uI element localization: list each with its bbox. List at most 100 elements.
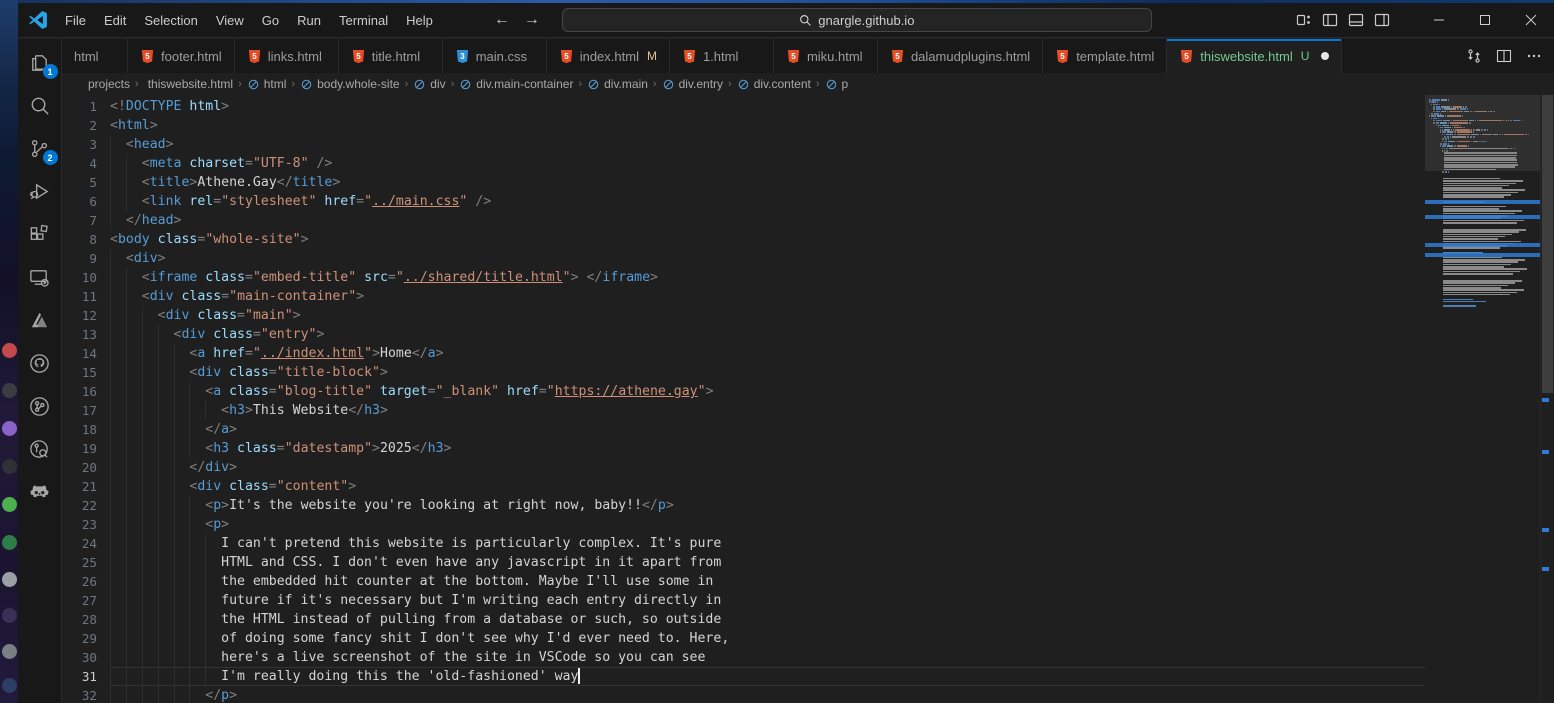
back-icon[interactable]: ← xyxy=(494,11,510,29)
vertical-scrollbar[interactable] xyxy=(1540,95,1554,703)
indent-guide xyxy=(110,534,126,553)
breadcrumb-item-thiswebsite-html[interactable]: 5thiswebsite.html xyxy=(144,77,233,91)
code-line[interactable]: 24I can't pretend this website is partic… xyxy=(62,534,1425,553)
code-line[interactable]: 32</p> xyxy=(62,686,1425,703)
toggle-panel-icon[interactable] xyxy=(1348,12,1364,28)
tab-index.html[interactable]: 5index.htmlM xyxy=(547,39,670,73)
code-line[interactable]: 15<div class="title-block"> xyxy=(62,363,1425,382)
breadcrumb-item-projects[interactable]: projects xyxy=(88,77,130,91)
breadcrumb-item-div-content[interactable]: div.content xyxy=(737,77,811,91)
activity-run-and-debug-icon[interactable] xyxy=(23,174,57,208)
activity-gitlens-inspect-icon[interactable] xyxy=(23,432,57,466)
code-line[interactable]: 20</div> xyxy=(62,458,1425,477)
activity-search-icon[interactable] xyxy=(23,88,57,122)
breadcrumb-item-p[interactable]: p xyxy=(825,77,849,91)
maximize-button[interactable] xyxy=(1462,3,1508,37)
unsaved-dot-icon[interactable] xyxy=(1321,52,1329,60)
menu-run[interactable]: Run xyxy=(288,9,330,32)
forward-icon[interactable]: → xyxy=(524,11,540,29)
indent-guide xyxy=(189,496,205,515)
code-line[interactable]: 3<head> xyxy=(62,135,1425,154)
activity-github-icon[interactable] xyxy=(23,346,57,380)
menu-edit[interactable]: Edit xyxy=(95,9,135,32)
line-content: <title>Athene.Gay</title> xyxy=(110,173,1425,192)
code-line[interactable]: 26the embedded hit counter at the bottom… xyxy=(62,572,1425,591)
line-number: 6 xyxy=(62,192,110,211)
code-line[interactable]: 16<a class="blog-title" target="_blank" … xyxy=(62,382,1425,401)
activity-source-control-icon[interactable]: 2 xyxy=(23,131,57,165)
menu-go[interactable]: Go xyxy=(253,9,288,32)
customize-layout-icon[interactable] xyxy=(1296,12,1312,28)
code-line[interactable]: 18</a> xyxy=(62,420,1425,439)
code-line[interactable]: 4<meta charset="UTF-8" /> xyxy=(62,154,1425,173)
menu-view[interactable]: View xyxy=(207,9,253,32)
tab-html[interactable]: html xyxy=(62,39,128,73)
split-editor-icon[interactable] xyxy=(1496,48,1512,64)
code-line[interactable]: 6<link rel="stylesheet" href="../main.cs… xyxy=(62,192,1425,211)
more-actions-icon[interactable] xyxy=(1526,48,1542,64)
tab-1.html[interactable]: 51.html xyxy=(670,39,774,73)
code-line[interactable]: 14<a href="../index.html">Home</a> xyxy=(62,344,1425,363)
tab-main.css[interactable]: 3main.css xyxy=(443,39,547,73)
close-button[interactable] xyxy=(1508,3,1554,37)
code-line[interactable]: 2<html> xyxy=(62,116,1425,135)
code-line[interactable]: 10<iframe class="embed-title" src="../sh… xyxy=(62,268,1425,287)
open-changes-icon[interactable] xyxy=(1466,48,1482,64)
code-line[interactable]: 29of doing some fancy shit I don't see w… xyxy=(62,629,1425,648)
minimap[interactable] xyxy=(1425,95,1540,703)
activity-remote-explorer-icon[interactable] xyxy=(23,260,57,294)
code-line[interactable]: 21<div class="content"> xyxy=(62,477,1425,496)
minimize-button[interactable] xyxy=(1416,3,1462,37)
activity-azure-icon[interactable] xyxy=(23,303,57,337)
tab-template.html[interactable]: 5template.html xyxy=(1043,39,1167,73)
scrollbar-thumb[interactable] xyxy=(1542,95,1553,393)
tab-dalamudplugins.html[interactable]: 5dalamudplugins.html xyxy=(878,39,1043,73)
code-line[interactable]: 17<h3>This Website</h3> xyxy=(62,401,1425,420)
tab-thiswebsite.html[interactable]: 5thiswebsite.htmlU xyxy=(1167,39,1342,73)
breadcrumb-item-div[interactable]: div xyxy=(413,77,445,91)
toggle-secondary-sidebar-icon[interactable] xyxy=(1374,12,1390,28)
minimap-slider[interactable] xyxy=(1425,95,1540,171)
code-line[interactable]: 22<p>It's the website you're looking at … xyxy=(62,496,1425,515)
menu-selection[interactable]: Selection xyxy=(135,9,206,32)
breadcrumb-separator-icon: › xyxy=(814,78,822,90)
code-editor[interactable]: 1<!DOCTYPE html>2<html>3<head>4<meta cha… xyxy=(62,95,1554,703)
tab-links.html[interactable]: 5links.html xyxy=(235,39,339,73)
code-line[interactable]: 13<div class="entry"> xyxy=(62,325,1425,344)
activity-extensions-icon[interactable] xyxy=(23,217,57,251)
breadcrumb-item-div-main[interactable]: div.main xyxy=(587,77,648,91)
code-line[interactable]: 11<div class="main-container"> xyxy=(62,287,1425,306)
activity-godot-tools-icon[interactable] xyxy=(23,475,57,509)
command-center-search[interactable]: gnargle.github.io xyxy=(562,8,1152,32)
tab-title.html[interactable]: 5title.html xyxy=(339,39,443,73)
breadcrumb-item-html[interactable]: html xyxy=(247,77,287,91)
activity-gitlens-icon[interactable] xyxy=(23,389,57,423)
tab-miku.html[interactable]: 5miku.html xyxy=(774,39,878,73)
code-line[interactable]: 5<title>Athene.Gay</title> xyxy=(62,173,1425,192)
code-line[interactable]: 7</head> xyxy=(62,211,1425,230)
code-line[interactable]: 9<div> xyxy=(62,249,1425,268)
indent-guide xyxy=(110,382,126,401)
vscode-window: FileEditSelectionViewGoRunTerminalHelp ←… xyxy=(18,0,1554,703)
tab-footer.html[interactable]: 5footer.html xyxy=(128,39,235,73)
toggle-primary-sidebar-icon[interactable] xyxy=(1322,12,1338,28)
code-line[interactable]: 23<p> xyxy=(62,515,1425,534)
code-line[interactable]: 8<body class="whole-site"> xyxy=(62,230,1425,249)
code-line[interactable]: 31I'm really doing this the 'old-fashion… xyxy=(62,667,1425,686)
menu-terminal[interactable]: Terminal xyxy=(330,9,397,32)
code-line[interactable]: 1<!DOCTYPE html> xyxy=(62,97,1425,116)
code-line[interactable]: 30here's a live screenshot of the site i… xyxy=(62,648,1425,667)
code-line[interactable]: 25HTML and CSS. I don't even have any ja… xyxy=(62,553,1425,572)
indent-guide xyxy=(126,306,142,325)
breadcrumb-item-div-entry[interactable]: div.entry xyxy=(662,77,723,91)
code-line[interactable]: 27future if it's necessary but I'm writi… xyxy=(62,591,1425,610)
code-line[interactable]: 28the HTML instead of pulling from a dat… xyxy=(62,610,1425,629)
indent-guide xyxy=(189,401,205,420)
breadcrumb-item-body-whole-site[interactable]: body.whole-site xyxy=(300,77,400,91)
code-line[interactable]: 12<div class="main"> xyxy=(62,306,1425,325)
menu-file[interactable]: File xyxy=(56,9,95,32)
code-line[interactable]: 19<h3 class="datestamp">2025</h3> xyxy=(62,439,1425,458)
breadcrumb-item-div-main-container[interactable]: div.main-container xyxy=(459,77,573,91)
menu-help[interactable]: Help xyxy=(397,9,442,32)
activity-explorer-icon[interactable]: 1 xyxy=(23,45,57,79)
